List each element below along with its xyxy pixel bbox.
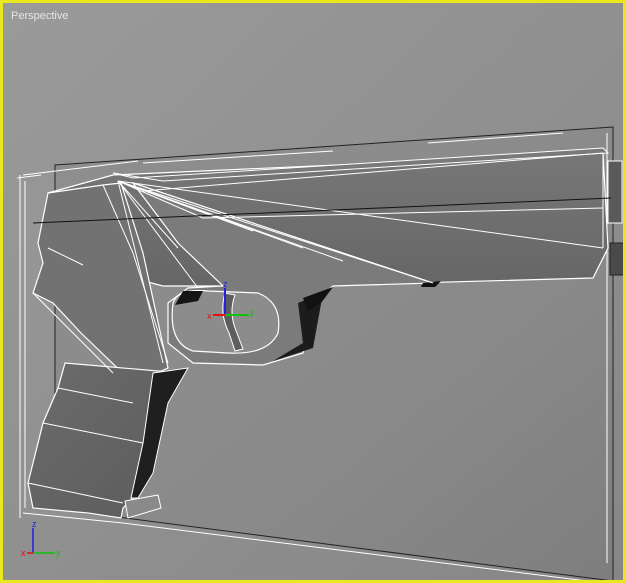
perspective-viewport[interactable]: z y x z y x Perspective [0, 0, 626, 583]
viewport-scene[interactable]: z y x z y x [3, 3, 626, 583]
gizmo-z-label: z [223, 279, 228, 289]
muzzle-front [607, 160, 623, 224]
tripod-y-label: y [56, 548, 61, 558]
tripod-z-label: z [32, 519, 37, 529]
viewport-label[interactable]: Perspective [11, 10, 68, 22]
gizmo-y-label: y [250, 307, 255, 317]
barrel-tip [609, 242, 623, 276]
gizmo-x-label: x [207, 311, 212, 321]
tripod-x-label: x [21, 548, 26, 558]
